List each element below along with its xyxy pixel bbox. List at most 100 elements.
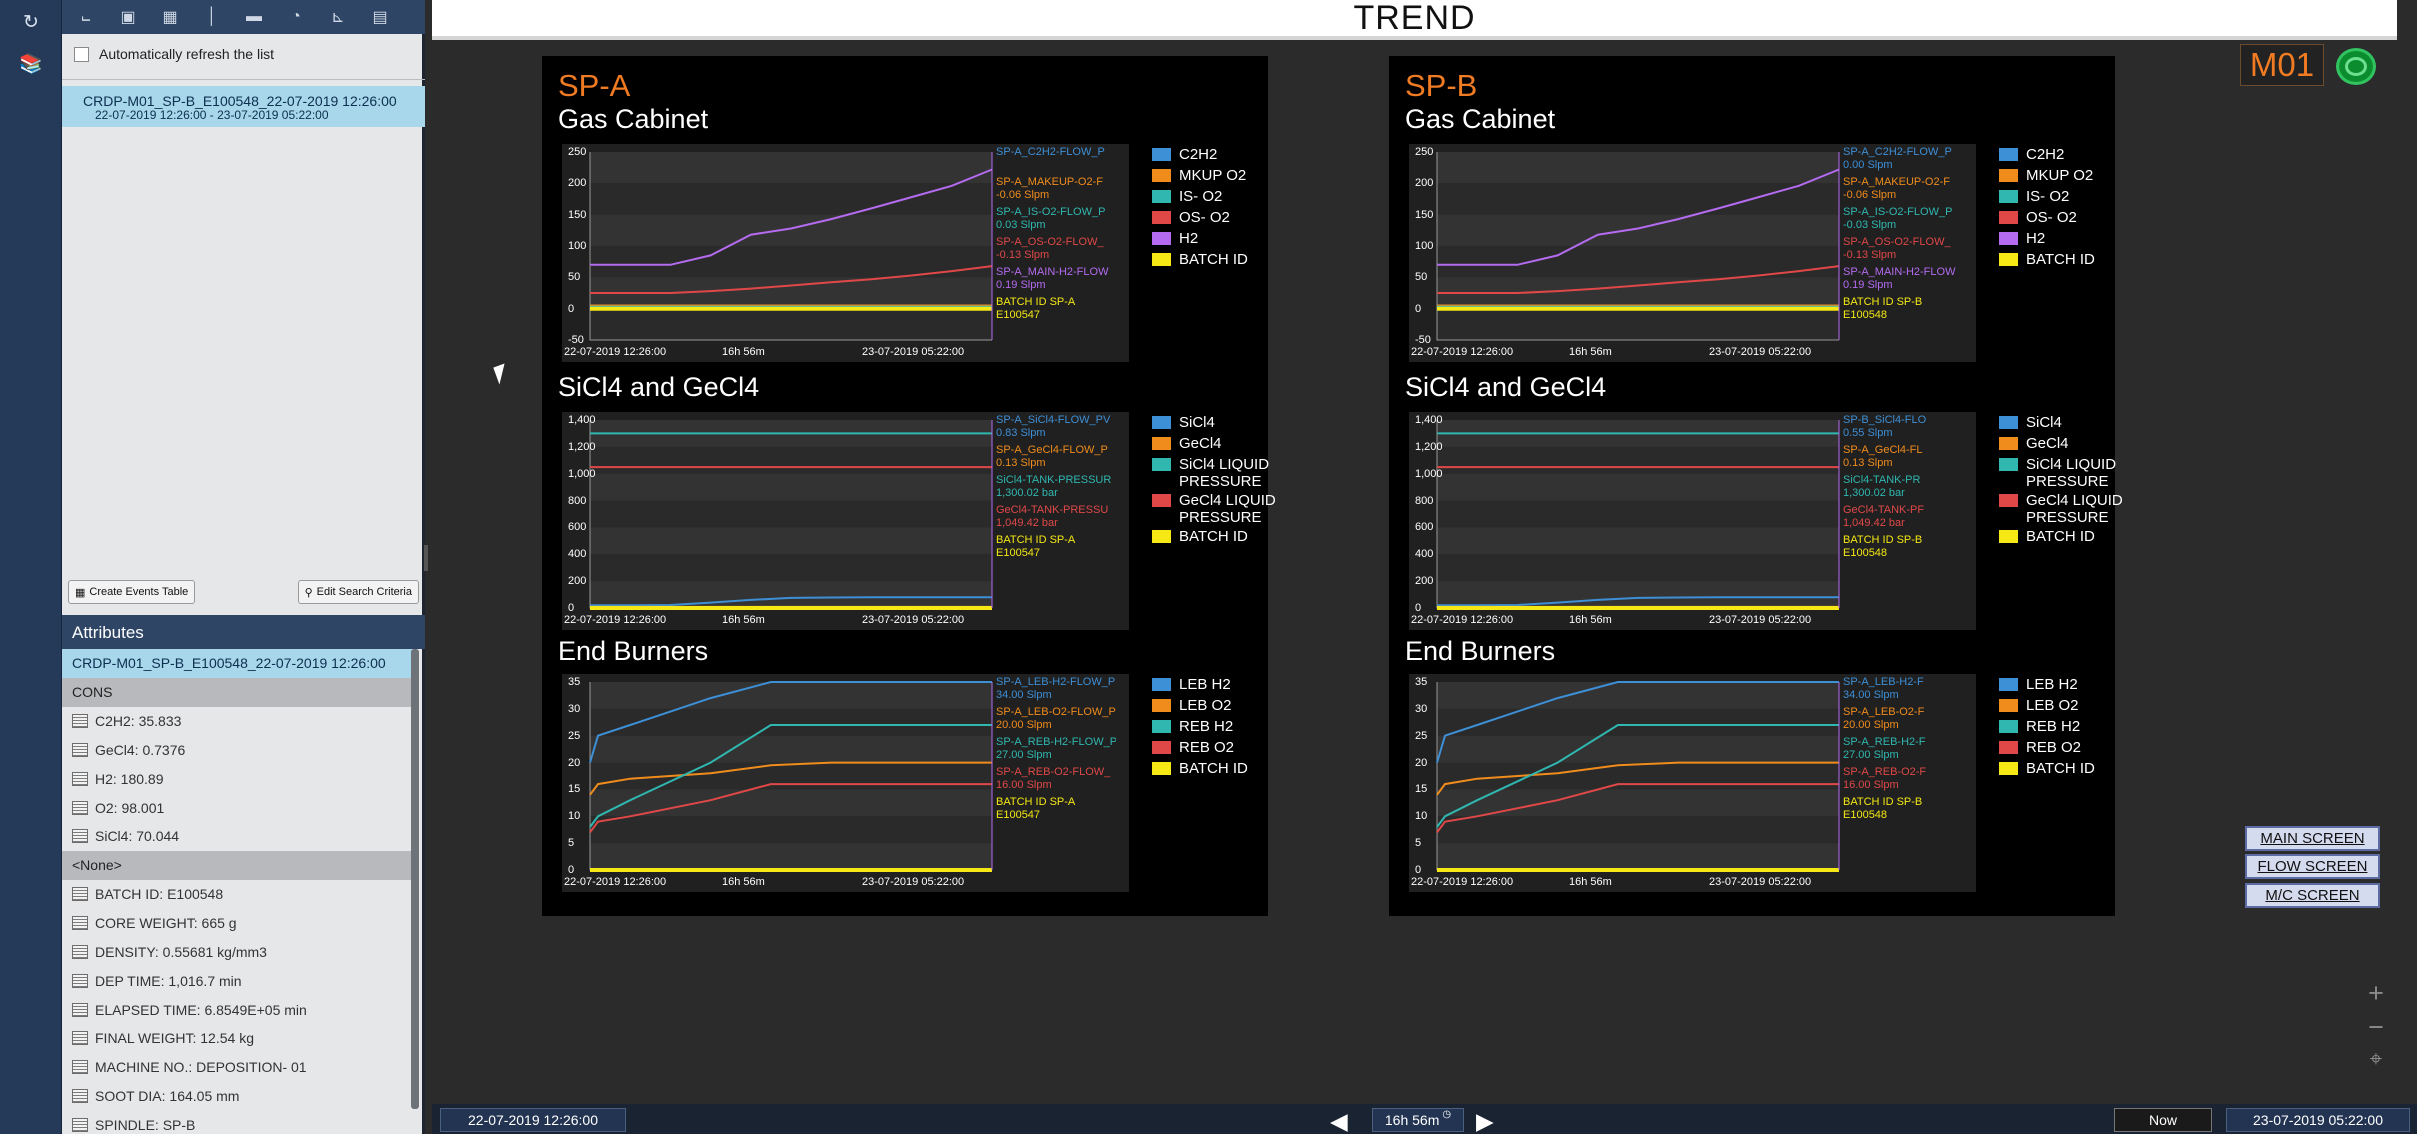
auto-refresh-row[interactable]: Automatically refresh the list (74, 46, 274, 62)
plot-icon[interactable]: ⊾ (326, 7, 350, 27)
attribute-value: ELAPSED TIME: 6.8549E+05 min (95, 1001, 307, 1018)
y-tick-label: 1,400 (568, 414, 596, 426)
attribute-icon (72, 1002, 88, 1017)
chart-sicl4-gecl4[interactable]: 1,400 1,200 1,000 800 600 400 200 0 22-07-2019 1… (562, 412, 1276, 630)
series-value-label: SP-A_IS-O2-FLOW_P 0.03 Slpm (996, 206, 1116, 232)
series-value: E100548 (1843, 809, 1888, 821)
main-screen-button[interactable]: MAIN SCREEN (2245, 826, 2380, 851)
end-time[interactable]: 23-07-2019 05:22:00 (2226, 1108, 2410, 1132)
next-arrow-icon[interactable]: ▶ (1476, 1108, 1494, 1134)
attribute-value: GeCl4: 0.7376 (95, 741, 186, 758)
legend-item[interactable]: SiCl4 LIQUID PRESSURE (1999, 456, 2139, 490)
chart-gas-cabinet[interactable]: 250 200 150 100 50 0 -50 22-07-2019 12:26:00 16h… (1409, 144, 2095, 362)
chart-sicl4-gecl4[interactable]: 1,400 1,200 1,000 800 600 400 200 0 22-07-2019 1… (1409, 412, 2123, 630)
legend-item[interactable]: BATCH ID (1152, 760, 1292, 777)
series-value: 0.13 Slpm (996, 457, 1046, 469)
plus-icon[interactable]: + (2363, 978, 2389, 1009)
legend-item[interactable]: MKUP O2 (1152, 167, 1292, 184)
start-time[interactable]: 22-07-2019 12:26:00 (440, 1108, 626, 1132)
legend-item[interactable]: BATCH ID (1999, 760, 2139, 777)
attributes-selected-record[interactable]: CRDP-M01_SP-B_E100548_22-07-2019 12:26:0… (62, 649, 414, 678)
create-events-table-button[interactable]: ▦ Create Events Table (68, 580, 196, 604)
previous-arrow-icon[interactable]: ◀ (1330, 1108, 1348, 1134)
legend-label: OS- O2 (2026, 209, 2077, 226)
chart-gas-cabinet[interactable]: 250 200 150 100 50 0 -50 22-07-2019 12:26:00 16h… (562, 144, 1248, 362)
x-tick-label: 22-07-2019 12:26:00 (564, 876, 667, 888)
progress-bar-icon[interactable]: ▬ (242, 8, 266, 26)
duration-box[interactable]: 16h 56m ◷ (1372, 1108, 1464, 1132)
gauge-icon[interactable]: ◔ (284, 8, 308, 26)
x-tick-label: 22-07-2019 12:26:00 (1411, 346, 1514, 358)
legend-item[interactable]: LEB H2 (1999, 676, 2139, 693)
series-value: 0.19 Slpm (1843, 279, 1893, 291)
chart-end-burners[interactable]: 35 30 25 20 15 10 5 0 22-07-2019 12:26:00 16h 56m… (562, 674, 1248, 892)
attribute-value: C2H2: 35.833 (95, 713, 182, 730)
attributes-scrollbar[interactable] (411, 649, 419, 1109)
legend-item[interactable]: C2H2 (1152, 146, 1292, 163)
legend-item[interactable]: LEB O2 (1999, 697, 2139, 714)
table-icon[interactable]: ▦ (158, 7, 182, 27)
legend-item[interactable]: IS- O2 (1152, 188, 1292, 205)
panel-splitter[interactable] (424, 545, 428, 571)
attribute-group-none[interactable]: <None> (62, 850, 414, 880)
chart-end-burners[interactable]: 35 30 25 20 15 10 5 0 22-07-2019 12:26:00 16h 56m… (1409, 674, 2095, 892)
record-list-item[interactable]: CRDP-M01_SP-B_E100548_22-07-2019 12:26:0… (62, 86, 425, 127)
legend-item[interactable]: GeCl4 LIQUID PRESSURE (1152, 492, 1292, 526)
series-value: -0.03 Slpm (1843, 219, 1897, 231)
calendar-icon[interactable]: ▤ (368, 7, 392, 27)
auto-refresh-checkbox[interactable] (74, 46, 89, 62)
fit-icon[interactable]: ⌖ (2363, 1046, 2389, 1072)
now-button[interactable]: Now (2114, 1108, 2212, 1132)
attribute-item: ELAPSED TIME: 6.8549E+05 min (62, 995, 414, 1024)
thermometer-icon[interactable]: │ (200, 8, 224, 26)
series-tag: BATCH ID SP-B (1843, 534, 1923, 546)
series-value-label: BATCH ID SP-B E100548 (1843, 796, 1963, 822)
legend-item[interactable]: REB H2 (1999, 718, 2139, 735)
legend-item[interactable]: LEB O2 (1152, 697, 1292, 714)
series-value: 0.13 Slpm (1843, 457, 1893, 469)
legend-item[interactable]: SiCl4 LIQUID PRESSURE (1152, 456, 1292, 490)
legend-item[interactable]: SiCl4 (1152, 414, 1292, 431)
legend-item[interactable]: BATCH ID (1152, 251, 1292, 268)
legend-item[interactable]: BATCH ID (1152, 528, 1292, 545)
legend-label: BATCH ID (2026, 528, 2095, 545)
create-events-label: Create Events Table (89, 586, 189, 598)
legend-item[interactable]: OS- O2 (1999, 209, 2139, 226)
attribute-group-cons[interactable]: CONS (62, 677, 414, 707)
line-chart-icon[interactable]: ⨽ (74, 8, 98, 26)
minus-icon[interactable]: − (2363, 1012, 2389, 1043)
legend-item[interactable]: IS- O2 (1999, 188, 2139, 205)
legend-item[interactable]: GeCl4 (1999, 435, 2139, 452)
edit-search-criteria-button[interactable]: ⚲ Edit Search Criteria (297, 580, 419, 604)
y-tick-label: 5 (568, 837, 575, 850)
legend-item[interactable]: BATCH ID (1999, 528, 2139, 545)
legend-item[interactable]: REB O2 (1999, 739, 2139, 756)
legend-item[interactable]: MKUP O2 (1999, 167, 2139, 184)
legend-item[interactable]: H2 (1152, 230, 1292, 247)
attribute-item: CORE WEIGHT: 665 g (62, 909, 414, 938)
clock-icon: ◷ (1442, 1109, 1452, 1120)
flow-screen-button[interactable]: FLOW SCREEN (2245, 854, 2380, 879)
legend-swatch (1999, 169, 2018, 182)
y-tick-label: 100 (1415, 240, 1434, 252)
legend-item[interactable]: SiCl4 (1999, 414, 2139, 431)
mc-screen-button[interactable]: M/C SCREEN (2245, 883, 2380, 908)
number-icon[interactable]: ▣ (116, 7, 140, 27)
history-icon[interactable]: ↻ (19, 10, 43, 34)
series-tag: BATCH ID SP-A (996, 296, 1076, 308)
series-value-label: SP-A_LEB-H2-FLOW_P 34.00 Slpm (996, 676, 1116, 702)
status-indicator-icon (2336, 48, 2376, 85)
legend-item[interactable]: H2 (1999, 230, 2139, 247)
library-icon[interactable]: 📚 (19, 52, 43, 76)
legend-item[interactable]: GeCl4 (1152, 435, 1292, 452)
legend-item[interactable]: REB H2 (1152, 718, 1292, 735)
legend-swatch (1999, 530, 2018, 543)
legend-item[interactable]: C2H2 (1999, 146, 2139, 163)
legend-item[interactable]: OS- O2 (1152, 209, 1292, 226)
legend-item[interactable]: GeCl4 LIQUID PRESSURE (1999, 492, 2139, 526)
legend-swatch (1152, 530, 1171, 543)
legend-item[interactable]: LEB H2 (1152, 676, 1292, 693)
legend-item[interactable]: REB O2 (1152, 739, 1292, 756)
legend-item[interactable]: BATCH ID (1999, 251, 2139, 268)
series-value-label: SP-A_SiCl4-FLOW_PV 0.83 Slpm (996, 414, 1116, 440)
